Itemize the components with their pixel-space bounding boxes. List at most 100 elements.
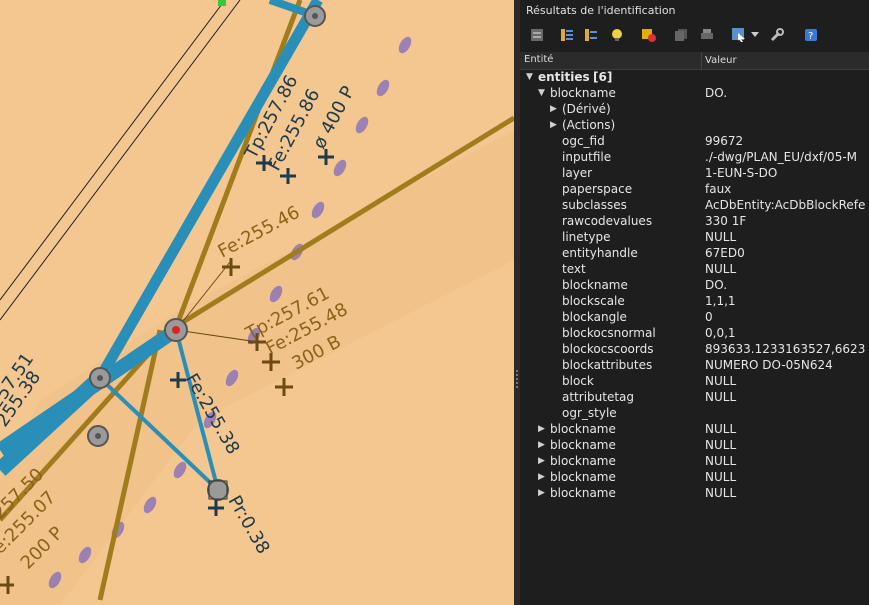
tree-item-derived[interactable]: ▶ (Dérivé) — [520, 101, 869, 117]
attr-value: ./-dwg/PLAN_EU/dxf/05-M — [705, 150, 858, 164]
attr-key: inputfile — [562, 150, 612, 164]
root-count: [6] — [593, 70, 613, 84]
chevron-right-icon[interactable]: ▶ — [550, 117, 557, 133]
copy-icon[interactable] — [672, 26, 690, 44]
attr-value: AcDbEntity:AcDbBlockRefe — [705, 198, 866, 212]
block-value: NULL — [705, 454, 737, 468]
svg-text:?: ? — [808, 31, 813, 42]
attr-value: 0 — [705, 310, 713, 324]
expand-tree-icon[interactable] — [582, 26, 600, 44]
attr-row[interactable]: subclasses AcDbEntity:AcDbBlockRefe — [520, 197, 869, 213]
attr-value: NUMERO DO-05N624 — [705, 358, 833, 372]
identify-toolbar: ? — [520, 22, 869, 50]
attr-row[interactable]: attributetag NULL — [520, 389, 869, 405]
attr-value: NULL — [705, 374, 737, 388]
attr-value: NULL — [705, 230, 737, 244]
attr-row[interactable]: blockattributes NUMERO DO-05N624 — [520, 357, 869, 373]
chevron-right-icon[interactable]: ▶ — [538, 453, 545, 469]
attr-key: ogr_style — [562, 406, 617, 420]
block-key: blockname — [550, 486, 616, 500]
attr-key: blockscale — [562, 294, 625, 308]
attr-row[interactable]: blockname DO. — [520, 277, 869, 293]
tree-block-collapsed[interactable]: ▶ blockname NULL — [520, 453, 869, 469]
collapse-tree-icon[interactable] — [558, 26, 576, 44]
panel-title: Résultats de l'identification — [526, 4, 676, 17]
attr-row[interactable]: entityhandle 67ED0 — [520, 245, 869, 261]
block-key: blockname — [550, 438, 616, 452]
chevron-right-icon[interactable]: ▶ — [538, 421, 545, 437]
expand-icon[interactable] — [528, 26, 546, 44]
attr-row[interactable]: blockangle 0 — [520, 309, 869, 325]
attr-row[interactable]: blockscale 1,1,1 — [520, 293, 869, 309]
chevron-right-icon[interactable]: ▶ — [538, 485, 545, 501]
block-key: blockname — [550, 422, 616, 436]
tree-block-expanded[interactable]: ▼ blockname DO. — [520, 85, 869, 101]
attr-value: NULL — [705, 262, 737, 276]
chevron-right-icon[interactable]: ▶ — [550, 101, 557, 117]
derived-label: (Dérivé) — [562, 102, 611, 116]
attr-value: 0,0,1 — [705, 326, 736, 340]
attr-key: layer — [562, 166, 593, 180]
chevron-right-icon[interactable]: ▶ — [538, 469, 545, 485]
map-canvas[interactable]: Tp:257.86 Fe:255.86 ø 400 P Fe:255.46 Tp… — [0, 0, 514, 605]
tree-root-entities[interactable]: ▼ entities [6] — [520, 69, 869, 85]
select-mode-icon[interactable] — [730, 26, 748, 44]
actions-label: (Actions) — [562, 118, 616, 132]
block-value: DO. — [705, 86, 728, 100]
attr-key: block — [562, 374, 594, 388]
label-pr-0-38: Pr:0.38 — [224, 492, 274, 558]
attr-value: faux — [705, 182, 732, 196]
attr-row[interactable]: inputfile ./-dwg/PLAN_EU/dxf/05-M — [520, 149, 869, 165]
block-value: NULL — [705, 486, 737, 500]
root-label: entities — [538, 70, 590, 84]
attr-key: attributetag — [562, 390, 635, 404]
attr-row[interactable]: linetype NULL — [520, 229, 869, 245]
attr-value: 893633.1233163527,6623 — [705, 342, 866, 356]
results-table-header: Entité Valeur — [520, 52, 869, 70]
tree-block-collapsed[interactable]: ▶ blockname NULL — [520, 469, 869, 485]
clear-icon[interactable] — [640, 26, 658, 44]
settings-icon[interactable] — [768, 26, 786, 44]
column-value[interactable]: Valeur — [701, 52, 737, 69]
block-key: blockname — [550, 86, 616, 100]
road-outline — [0, 0, 241, 321]
attr-key: blockocscoords — [562, 342, 654, 356]
print-icon[interactable] — [698, 26, 716, 44]
attr-row[interactable]: ogc_fid 99672 — [520, 133, 869, 149]
attr-row[interactable]: layer 1-EUN-S-DO — [520, 165, 869, 181]
tree-block-collapsed[interactable]: ▶ blockname NULL — [520, 485, 869, 501]
attr-value: DO. — [705, 278, 728, 292]
splitter-grip[interactable] — [516, 370, 518, 388]
attr-key: blockattributes — [562, 358, 653, 372]
tree-block-collapsed[interactable]: ▶ blockname NULL — [520, 421, 869, 437]
attr-key: linetype — [562, 230, 611, 244]
attr-value: 67ED0 — [705, 246, 745, 260]
highlight-icon[interactable] — [608, 26, 626, 44]
attr-row[interactable]: ogr_style — [520, 405, 869, 421]
block-value: NULL — [705, 422, 737, 436]
attr-key: paperspace — [562, 182, 633, 196]
attr-row[interactable]: blockocscoords 893633.1233163527,6623 — [520, 341, 869, 357]
identify-results-panel: Résultats de l'identification ? Entité V… — [520, 0, 869, 605]
help-icon[interactable]: ? — [802, 26, 820, 44]
attr-key: blockocsnormal — [562, 326, 656, 340]
attr-row[interactable]: text NULL — [520, 261, 869, 277]
attr-row[interactable]: paperspace faux — [520, 181, 869, 197]
dropdown-icon[interactable] — [750, 26, 760, 44]
attr-row[interactable]: rawcodevalues 330 1F — [520, 213, 869, 229]
attr-key: blockangle — [562, 310, 627, 324]
chevron-down-icon[interactable]: ▼ — [538, 85, 545, 101]
attr-key: entityhandle — [562, 246, 638, 260]
attr-row[interactable]: blockocsnormal 0,0,1 — [520, 325, 869, 341]
tree-item-actions[interactable]: ▶ (Actions) — [520, 117, 869, 133]
chevron-right-icon[interactable]: ▶ — [538, 437, 545, 453]
attr-key: blockname — [562, 278, 628, 292]
column-entity[interactable]: Entité — [524, 54, 553, 65]
attr-key: ogc_fid — [562, 134, 605, 148]
tree-block-collapsed[interactable]: ▶ blockname NULL — [520, 437, 869, 453]
attr-key: rawcodevalues — [562, 214, 653, 228]
block-value: NULL — [705, 438, 737, 452]
attr-row[interactable]: block NULL — [520, 373, 869, 389]
attr-key: subclasses — [562, 198, 627, 212]
chevron-down-icon[interactable]: ▼ — [526, 69, 533, 85]
